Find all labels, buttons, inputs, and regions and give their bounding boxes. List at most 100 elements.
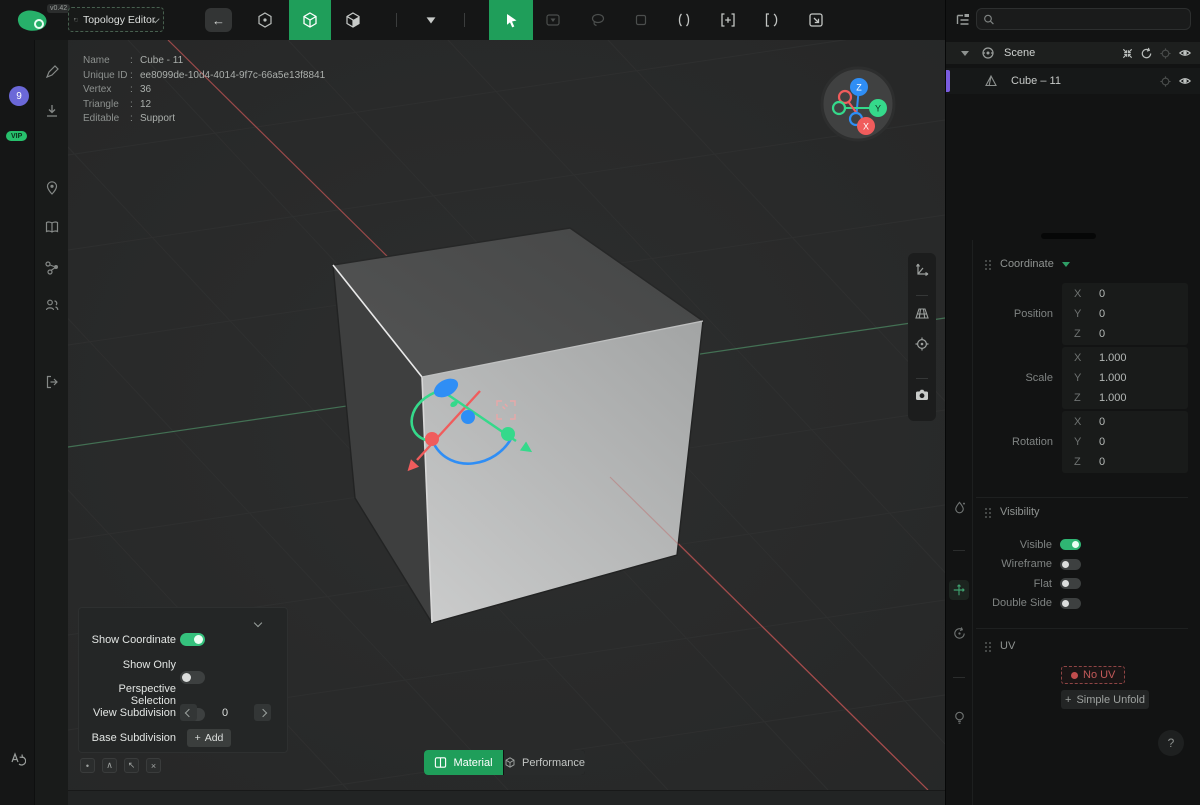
hierarchy-icon[interactable] <box>955 12 971 28</box>
perspective-grid-icon <box>915 308 929 319</box>
axis-y-handle[interactable]: Y <box>869 99 887 117</box>
scale-x-field[interactable]: X 1.000 <box>1062 348 1188 368</box>
lasso-icon <box>591 13 605 27</box>
mode-selector-dropdown[interactable]: Topology Editor <box>68 7 164 32</box>
axis-z-handle[interactable]: Z <box>850 78 868 96</box>
scene-icon <box>982 47 994 59</box>
paint-drop-icon <box>954 500 965 513</box>
simple-unfold-button[interactable]: + Simple Unfold <box>1061 690 1149 709</box>
drag-handle-icon[interactable] <box>984 258 992 270</box>
wireframe-toggle[interactable] <box>1060 558 1081 570</box>
collapse-panel-chevron-icon[interactable] <box>253 618 263 628</box>
axis-neg-y-handle[interactable] <box>831 100 847 116</box>
drag-handle-icon[interactable] <box>984 640 992 652</box>
position-x-field[interactable]: X0 <box>1062 284 1188 304</box>
flat-toggle[interactable] <box>1060 578 1081 590</box>
filter-button[interactable] <box>413 0 449 40</box>
coordinate-section-header[interactable]: Coordinate <box>984 258 1070 270</box>
import-button[interactable] <box>43 102 61 120</box>
lasso-select-button[interactable] <box>580 0 616 40</box>
position-z-field[interactable]: Z0 <box>1062 324 1188 344</box>
orientation-gizmo[interactable]: Z Y X <box>820 66 896 142</box>
refresh-icon[interactable] <box>1140 47 1153 60</box>
panel-scroll-indicator[interactable] <box>1041 233 1096 239</box>
search-input[interactable] <box>999 12 1184 26</box>
wireframe-cube-icon <box>303 12 317 28</box>
scale-z-field[interactable]: Z 1.000 <box>1062 388 1188 408</box>
community-button[interactable] <box>43 296 61 314</box>
vip-badge: VIP <box>6 131 28 141</box>
tab-performance[interactable]: Performance <box>504 750 585 775</box>
left-account-rail: 9 VIP <box>0 40 35 805</box>
locate-icon[interactable] <box>1159 75 1172 88</box>
frame-select-icon <box>74 17 78 21</box>
visibility-section-header[interactable]: Visibility <box>984 506 1040 518</box>
rotation-z-field[interactable]: Z0 <box>1062 452 1188 472</box>
visibility-eye-icon[interactable] <box>1178 74 1192 88</box>
rotation-y-field[interactable]: Y0 <box>1062 432 1188 452</box>
light-props-button[interactable] <box>950 708 968 726</box>
extract-tool-button[interactable] <box>798 0 834 40</box>
object-mode-button[interactable] <box>289 0 331 40</box>
select-tool-button[interactable] <box>489 0 533 40</box>
back-button[interactable]: ← <box>205 8 232 32</box>
nodes-button[interactable] <box>43 259 61 277</box>
keycap-button[interactable]: ∧ <box>102 758 117 773</box>
insert-tool-button[interactable] <box>710 0 746 40</box>
modifier-props-button[interactable] <box>950 624 968 642</box>
avatar[interactable]: 9 <box>9 86 29 106</box>
strip-separator <box>916 295 928 296</box>
svg-text:Z: Z <box>856 83 862 93</box>
face-mode-button[interactable] <box>335 0 371 40</box>
viewport-3d[interactable]: Name: Cube - 11 Unique ID: ee8099de-10d4-4… <box>68 40 945 790</box>
keycap-button[interactable]: • <box>80 758 95 773</box>
tab-material[interactable]: Material <box>424 750 503 775</box>
help-button[interactable]: ? <box>1158 730 1184 756</box>
grid-view-button[interactable] <box>914 305 930 321</box>
performance-cube-icon <box>505 757 515 768</box>
locate-icon[interactable] <box>1159 47 1172 60</box>
sketch-tool-button[interactable] <box>43 63 61 81</box>
material-props-button[interactable] <box>950 498 968 516</box>
screenshot-button[interactable] <box>914 387 930 403</box>
vertex-mode-button[interactable] <box>247 0 283 40</box>
visible-toggle[interactable] <box>1060 539 1081 551</box>
keycap-button[interactable]: ↖ <box>124 758 139 773</box>
axis-x-handle[interactable]: X <box>857 117 875 135</box>
show-coordinate-toggle[interactable] <box>180 633 205 646</box>
section-collapse-icon[interactable] <box>1061 261 1070 267</box>
show-only-toggle[interactable] <box>180 671 205 684</box>
library-button[interactable] <box>43 218 61 236</box>
expand-chevron-icon[interactable] <box>961 50 969 56</box>
info-row: Triangle:12 <box>83 98 152 110</box>
uv-section-header[interactable]: UV <box>984 640 1015 652</box>
subdivision-increase-button[interactable] <box>254 704 271 721</box>
subdivision-decrease-button[interactable] <box>180 704 197 721</box>
add-base-subdivision-button[interactable]: + Add <box>187 729 231 747</box>
scale-y-field[interactable]: Y 1.000 <box>1062 368 1188 388</box>
visibility-eye-icon[interactable] <box>1178 46 1192 60</box>
split-tool-button[interactable] <box>666 0 702 40</box>
double-side-toggle[interactable] <box>1060 597 1081 609</box>
collapse-all-icon[interactable] <box>1121 47 1134 60</box>
measure-axis-button[interactable] <box>914 262 930 278</box>
language-toggle-button[interactable] <box>8 750 26 768</box>
tree-row-cube[interactable]: Cube – 11 <box>946 68 1200 94</box>
keycap-button[interactable]: × <box>146 758 161 773</box>
app-logo-icon <box>17 10 47 31</box>
box-select-button[interactable] <box>535 0 571 40</box>
svg-text:X: X <box>863 122 869 132</box>
rotation-x-field[interactable]: X0 <box>1062 412 1188 432</box>
hexagon-vertex-icon <box>258 12 272 28</box>
download-icon <box>47 105 57 117</box>
exit-button[interactable] <box>43 373 61 391</box>
drag-handle-icon[interactable] <box>984 506 992 518</box>
tree-row-scene[interactable]: Scene <box>946 42 1200 64</box>
rect-select-button[interactable] <box>623 0 659 40</box>
scale-group: Scale X 1.000 Y 1.000 Z 1.000 <box>976 347 1188 409</box>
focus-selection-button[interactable] <box>914 336 930 352</box>
environment-button[interactable] <box>43 179 61 197</box>
bridge-tool-button[interactable] <box>754 0 790 40</box>
position-y-field[interactable]: Y0 <box>1062 304 1188 324</box>
plus-icon: + <box>194 732 201 744</box>
